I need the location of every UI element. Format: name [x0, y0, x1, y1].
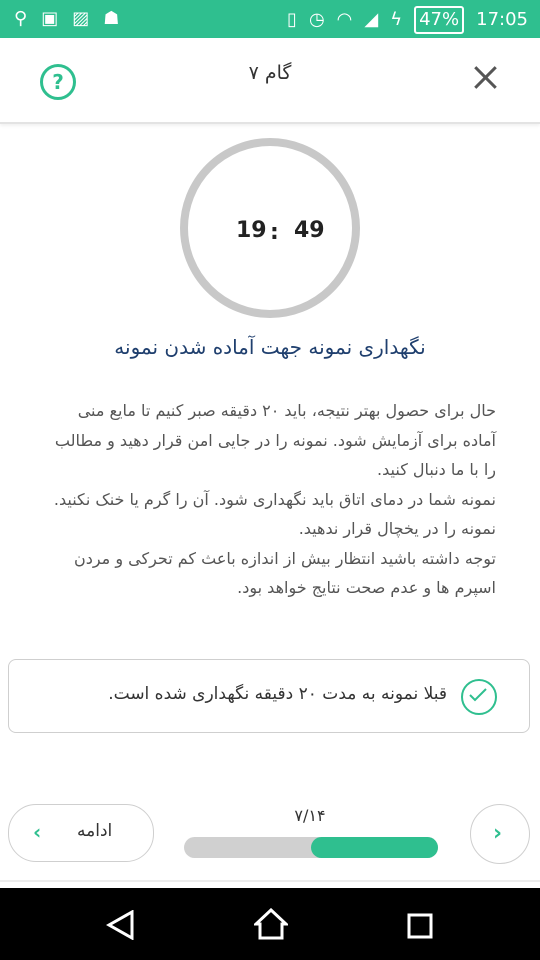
- chevron-left-icon: ‹: [33, 820, 42, 844]
- instructions-text: حال برای حصول بهتر نتیجه، باید ۲۰ دقیقه …: [46, 396, 496, 603]
- instruction-paragraph: نمونه شما در دمای اتاق باید نگهداری شود.…: [53, 489, 496, 539]
- instruction-paragraph: حال برای حصول بهتر نتیجه، باید ۲۰ دقیقه …: [54, 401, 496, 479]
- divider: [0, 880, 540, 882]
- close-icon[interactable]: [470, 62, 500, 92]
- confirmation-label: قبلا نمونه به مدت ۲۰ دقیقه نگهداری شده ا…: [108, 684, 447, 704]
- timer-seconds: 49: [294, 218, 325, 243]
- instruction-paragraph: توجه داشته باشید انتظار بیش از اندازه با…: [73, 548, 496, 598]
- android-icon: ☗: [103, 8, 120, 29]
- home-icon[interactable]: [254, 908, 288, 940]
- continue-button[interactable]: ‹ ادامه: [8, 804, 154, 862]
- timer-minutes: 19: [236, 218, 267, 243]
- check-icon[interactable]: [461, 679, 497, 715]
- back-icon[interactable]: [106, 910, 136, 940]
- countdown-timer: 19 : 49: [180, 138, 360, 318]
- continue-label: ادامه: [77, 821, 113, 841]
- progress-text: ۷/۱۴: [294, 806, 326, 825]
- progress-fill: [311, 837, 438, 858]
- timer-separator: :: [270, 220, 279, 245]
- signal-icon: ◢: [364, 9, 379, 30]
- page-title: گام ۷: [248, 62, 292, 84]
- section-heading: نگهداری نمونه جهت آماده شدن نمونه: [114, 335, 426, 359]
- image-icon: ▨: [72, 8, 90, 29]
- alarm-icon: ◷: [308, 9, 325, 30]
- battery-indicator: 47%: [414, 6, 465, 34]
- recents-icon[interactable]: [406, 912, 434, 940]
- status-clock: 17:05: [476, 9, 528, 30]
- confirmation-checkbox[interactable]: قبلا نمونه به مدت ۲۰ دقیقه نگهداری شده ا…: [8, 659, 530, 733]
- wifi-icon: ◠: [336, 9, 353, 30]
- sim-icon: ▣: [41, 8, 59, 29]
- vibrate-icon: ▯: [287, 9, 297, 30]
- app-header: ? گام ۷: [0, 38, 540, 124]
- next-button[interactable]: ›: [470, 804, 530, 864]
- system-nav-bar: [0, 888, 540, 960]
- status-bar: ⚲ ▣ ▨ ☗ ▯ ◷ ◠ ◢ ϟ 47% 17:05: [0, 0, 540, 38]
- chevron-right-icon: ›: [493, 821, 503, 846]
- progress-bar: [184, 837, 438, 858]
- usb-icon: ⚲: [14, 8, 28, 29]
- charging-icon: ϟ: [390, 9, 403, 30]
